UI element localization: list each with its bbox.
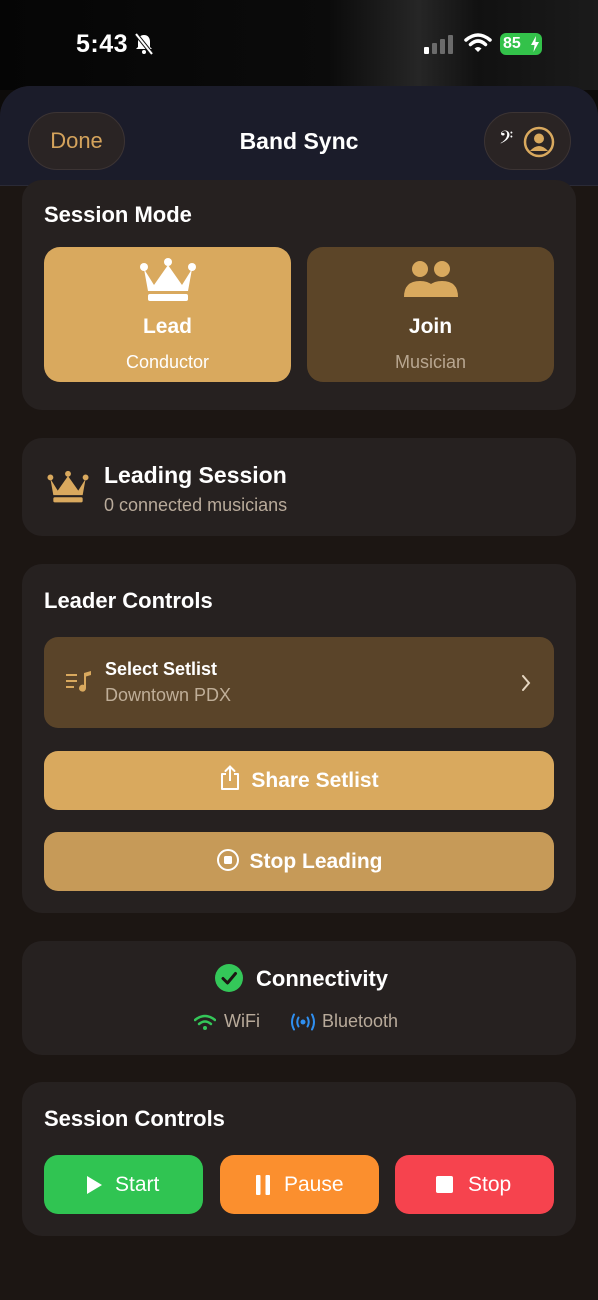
bluetooth-signal-icon: [291, 1013, 315, 1031]
play-icon: [87, 1176, 102, 1194]
session-mode-card: Session Mode Lead Conductor Join Musicia…: [22, 180, 576, 410]
bell-slash-icon: [134, 33, 154, 55]
leading-session-card: Leading Session 0 connected musicians: [22, 438, 576, 536]
bass-clef-icon: 𝄢: [499, 128, 514, 153]
start-label: Start: [115, 1173, 160, 1196]
people-icon: [403, 261, 458, 297]
battery-level: 85: [503, 35, 521, 52]
checkmark-circle-icon: [215, 964, 243, 992]
cellular-signal-icon: [424, 35, 453, 54]
join-label: Join: [408, 315, 453, 338]
stop-icon: [436, 1176, 453, 1193]
select-setlist-label: Select Setlist: [105, 659, 218, 679]
scroll-content[interactable]: Session Mode Lead Conductor Join Musicia…: [0, 180, 598, 1300]
join-mode-tile[interactable]: Join Musician: [307, 247, 554, 382]
navigation-bar: Done Band Sync 𝄢: [0, 86, 598, 186]
music-list-icon: [66, 671, 91, 692]
connectivity-title: Connectivity: [256, 966, 389, 991]
bluetooth-label: Bluetooth: [322, 1011, 399, 1031]
lead-sub-label: Conductor: [125, 352, 210, 372]
connectivity-card: Connectivity WiFi Bluetooth: [22, 941, 576, 1055]
join-sub-label: Musician: [394, 352, 467, 372]
selected-setlist-value: Downtown PDX: [105, 685, 232, 705]
crown-icon: [139, 258, 196, 301]
wifi-label: WiFi: [224, 1011, 260, 1031]
stop-label: Stop: [468, 1173, 512, 1196]
select-setlist-row[interactable]: Select Setlist Downtown PDX: [44, 637, 554, 728]
session-controls-title: Session Controls: [44, 1106, 225, 1131]
charging-bolt-icon: [531, 36, 539, 52]
status-bar: 5:43 85: [0, 0, 598, 90]
leading-session-title: Leading Session: [104, 462, 287, 488]
pause-icon: [256, 1175, 270, 1195]
wifi-status-icon: [464, 33, 492, 52]
leader-controls-title: Leader Controls: [44, 588, 213, 613]
stop-circle-icon: [216, 849, 239, 872]
chevron-right-icon: [522, 675, 531, 691]
stop-leading-label: Stop Leading: [249, 850, 383, 873]
wifi-icon: [194, 1014, 216, 1030]
share-setlist-label: Share Setlist: [251, 769, 379, 792]
start-button[interactable]: Start: [44, 1155, 203, 1214]
share-icon: [221, 765, 240, 791]
band-sync-sheet: Done Band Sync 𝄢 Session Mode Lead Condu…: [0, 86, 598, 1300]
profile-button[interactable]: 𝄢: [484, 112, 571, 170]
battery-indicator: 85: [500, 33, 542, 55]
crown-icon: [47, 470, 89, 503]
person-circle-icon: [523, 126, 555, 158]
connected-musicians-count: 0 connected musicians: [104, 495, 288, 515]
share-setlist-button[interactable]: Share Setlist: [44, 751, 554, 810]
stop-leading-button[interactable]: Stop Leading: [44, 832, 554, 891]
pause-button[interactable]: Pause: [220, 1155, 379, 1214]
lead-mode-tile[interactable]: Lead Conductor: [44, 247, 291, 382]
session-controls-card: Session Controls Start Pause Stop: [22, 1082, 576, 1236]
leader-controls-card: Leader Controls Select Setlist Downtown …: [22, 564, 576, 913]
session-mode-title: Session Mode: [44, 202, 192, 227]
pause-label: Pause: [284, 1173, 344, 1196]
status-time: 5:43: [76, 30, 129, 58]
lead-label: Lead: [142, 315, 192, 338]
stop-button[interactable]: Stop: [395, 1155, 554, 1214]
